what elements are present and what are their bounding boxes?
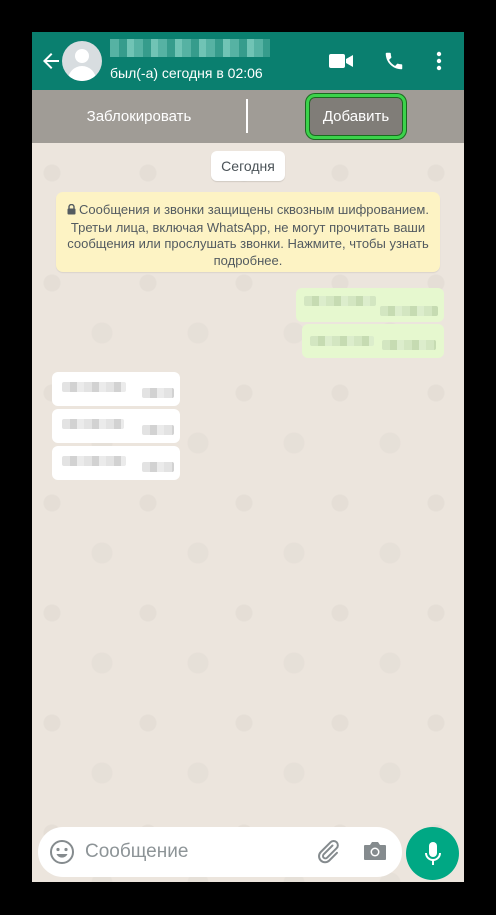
add-contact-button[interactable]: Добавить [306, 94, 406, 139]
incoming-message[interactable] [52, 409, 180, 443]
phone-call-icon[interactable] [381, 48, 407, 74]
contact-avatar[interactable] [62, 41, 102, 81]
last-seen-status: был(-а) сегодня в 02:06 [110, 65, 263, 81]
outgoing-message[interactable] [296, 288, 444, 322]
attach-icon[interactable] [314, 838, 342, 866]
incoming-message[interactable] [52, 446, 180, 480]
mic-button[interactable] [406, 827, 459, 880]
mic-icon [424, 841, 441, 865]
back-arrow-icon[interactable] [38, 46, 64, 76]
message-input[interactable]: Сообщение [85, 841, 188, 863]
incoming-message[interactable] [52, 372, 180, 406]
encryption-notice-text: Сообщения и звонки защищены сквозным шиф… [67, 202, 429, 268]
emoji-icon[interactable] [49, 839, 75, 865]
lock-icon [67, 203, 76, 220]
video-call-icon[interactable] [328, 48, 354, 74]
action-separator [246, 99, 248, 133]
unknown-contact-action-bar: Заблокировать Добавить [32, 90, 464, 143]
whatsapp-chat-screen: был(-а) сегодня в 02:06 Заблокировать До… [32, 32, 464, 882]
date-chip: Сегодня [211, 151, 285, 181]
outgoing-message[interactable] [302, 324, 444, 358]
block-button[interactable]: Заблокировать [32, 90, 246, 143]
camera-icon[interactable] [362, 839, 390, 867]
message-input-bar: Сообщение [38, 827, 402, 877]
more-vert-icon[interactable] [426, 48, 452, 74]
encryption-notice[interactable]: Сообщения и звонки защищены сквозным шиф… [56, 192, 440, 272]
contact-name-redacted[interactable] [110, 39, 270, 57]
chat-header: был(-а) сегодня в 02:06 [32, 32, 464, 90]
